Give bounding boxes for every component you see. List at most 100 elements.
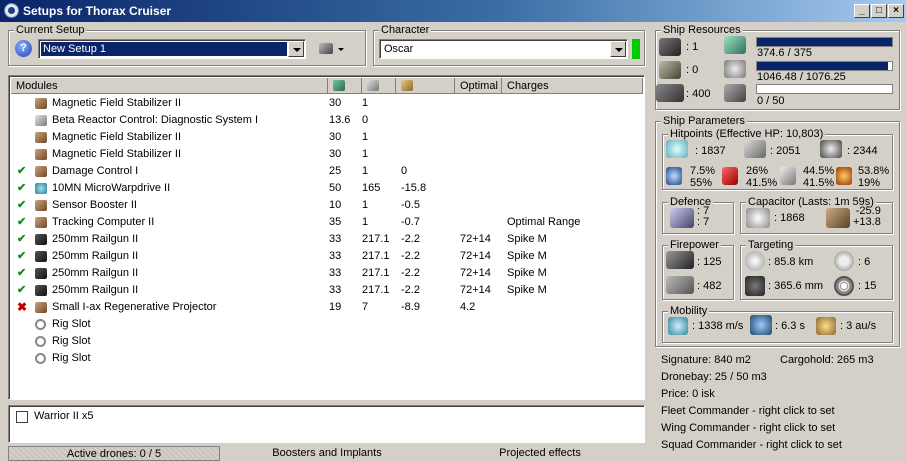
module-name: 250mm Railgun II (52, 267, 139, 279)
module-name: Magnetic Field Stabilizer II (52, 131, 181, 143)
targeting-title: Targeting (746, 239, 796, 251)
module-status-icon: ✔ (17, 250, 27, 262)
module-icon (35, 183, 47, 194)
module-row[interactable]: Beta Reactor Control: Diagnostic System … (11, 112, 643, 129)
module-row[interactable]: Rig Slot (11, 350, 643, 367)
module-cpu: 33 (329, 233, 342, 245)
align-time: : 6.3 s (775, 320, 805, 332)
module-row[interactable]: ✖ Small I-ax Regenerative Projector 19 7 -8.… (11, 299, 643, 316)
character-select[interactable]: Oscar (379, 39, 628, 59)
explosive-resist: 53.8% 19% (858, 165, 890, 189)
em-resist: 7.5% 55% (690, 165, 716, 189)
module-row[interactable]: Rig Slot (11, 316, 643, 333)
ship-resources-title: Ship Resources (661, 24, 743, 36)
col-capacitor[interactable] (396, 78, 455, 94)
module-icon (35, 217, 47, 228)
module-name: Rig Slot (52, 318, 91, 330)
module-icon (35, 132, 47, 143)
module-name: Rig Slot (52, 335, 91, 347)
module-icon (35, 285, 47, 296)
hull-icon (820, 140, 842, 158)
sensor-strength-icon (834, 276, 854, 296)
module-row[interactable]: Rig Slot (11, 333, 643, 350)
module-name: 250mm Railgun II (52, 250, 139, 262)
col-powergrid[interactable] (362, 78, 396, 94)
module-row[interactable]: ✔ 250mm Railgun II 33 217.1 -2.2 72+14 Spike M (11, 282, 643, 299)
calibration-icon (724, 84, 746, 102)
volley-icon (666, 276, 694, 294)
col-optimal[interactable]: Optimal (455, 78, 502, 94)
drone-checkbox[interactable] (16, 411, 28, 423)
scan-resolution: : 365.6 mm (768, 280, 824, 292)
module-charges: Spike M (507, 233, 547, 245)
module-icon (35, 251, 47, 262)
turret-dps: : 125 (697, 256, 722, 268)
capacitor-amount-icon (746, 208, 770, 228)
signature-radius: Signature: 840 m2 (661, 354, 751, 366)
wing-commander[interactable]: Wing Commander - right click to set (661, 422, 835, 434)
chevron-down-icon[interactable] (288, 41, 304, 57)
projected-effects-tab[interactable]: Projected effects (436, 446, 644, 461)
armor-hp: : 2051 (770, 145, 801, 157)
module-row[interactable]: ✔ Damage Control I 25 1 0 (11, 163, 643, 180)
module-cpu: 33 (329, 284, 342, 296)
module-row[interactable]: ✔ Tracking Computer II 35 1 -0.7 Optimal Rang… (11, 214, 643, 231)
module-row[interactable]: Magnetic Field Stabilizer II 30 1 (11, 129, 643, 146)
module-icon (35, 115, 47, 126)
col-cpu[interactable] (328, 78, 362, 94)
squad-commander[interactable]: Squad Commander - right click to set (661, 439, 842, 451)
module-optimal: 4.2 (460, 301, 476, 313)
turret-hardpoint-icon (659, 38, 681, 56)
module-row[interactable]: Magnetic Field Stabilizer II 30 1 (11, 146, 643, 163)
character-value: Oscar (384, 43, 414, 55)
setup-select[interactable]: New Setup 1 (38, 39, 306, 59)
module-name: Tracking Computer II (52, 216, 155, 228)
active-drones-tab[interactable]: Active drones: 0 / 5 (8, 446, 220, 461)
module-powergrid: 7 (362, 301, 369, 313)
explosive-resist-icon (836, 167, 852, 185)
module-row[interactable]: ✔ 250mm Railgun II 33 217.1 -2.2 72+14 Spike M (11, 231, 643, 248)
modules-list[interactable]: Modules Optimal Charges Magnetic Field S… (8, 75, 645, 400)
col-charges[interactable]: Charges (502, 78, 643, 94)
module-row[interactable]: ✔ 10MN MicroWarpdrive II 50 165 -15.8 (11, 180, 643, 197)
module-row[interactable]: ✔ 250mm Railgun II 33 217.1 -2.2 72+14 Spike M (11, 248, 643, 265)
module-row[interactable]: ✔ Sensor Booster II 10 1 -0.5 (11, 197, 643, 214)
launcher-hardpoints: : 0 (686, 64, 699, 76)
cpu-icon (333, 80, 345, 91)
setup-tools-button[interactable] (318, 40, 346, 58)
capacitor-amount: : 1868 (774, 212, 805, 224)
chevron-down-icon[interactable] (610, 41, 626, 57)
module-icon (35, 268, 47, 279)
drone-item[interactable]: Warrior II x5 (34, 410, 94, 422)
module-icon (35, 336, 46, 347)
cpu-text: 374.6 / 375 (757, 47, 813, 59)
powergrid-bar (756, 61, 893, 71)
close-button[interactable]: × (888, 4, 904, 18)
module-row[interactable]: Magnetic Field Stabilizer II 30 1 (11, 95, 643, 112)
module-charges: Spike M (507, 250, 547, 262)
module-charges: Spike M (507, 284, 547, 296)
align-time-icon (750, 315, 772, 335)
boosters-implants-tab[interactable]: Boosters and Implants (224, 446, 430, 461)
module-powergrid: 217.1 (362, 267, 390, 279)
fleet-commander[interactable]: Fleet Commander - right click to set (661, 405, 835, 417)
module-powergrid: 0 (362, 114, 369, 126)
module-name: 250mm Railgun II (52, 284, 139, 296)
help-icon[interactable]: ? (15, 40, 32, 57)
character-label: Character (379, 24, 432, 36)
module-row[interactable]: ✔ 250mm Railgun II 33 217.1 -2.2 72+14 Spike M (11, 265, 643, 282)
drones-list[interactable]: Warrior II x5 (8, 405, 645, 443)
module-name: Magnetic Field Stabilizer II (52, 97, 181, 109)
warp-speed: : 3 au/s (840, 320, 877, 332)
hull-hp: : 2344 (847, 145, 878, 157)
target-range: : 85.8 km (768, 256, 814, 268)
module-icon (35, 353, 46, 364)
minimize-button[interactable]: _ (854, 4, 870, 18)
module-name: Small I-ax Regenerative Projector (52, 301, 217, 313)
module-status-icon: ✔ (17, 216, 27, 228)
module-name: Rig Slot (52, 352, 91, 364)
maximize-button[interactable]: □ (871, 4, 887, 18)
col-modules[interactable]: Modules (11, 78, 328, 94)
module-icon (35, 234, 47, 245)
module-name: 250mm Railgun II (52, 233, 139, 245)
